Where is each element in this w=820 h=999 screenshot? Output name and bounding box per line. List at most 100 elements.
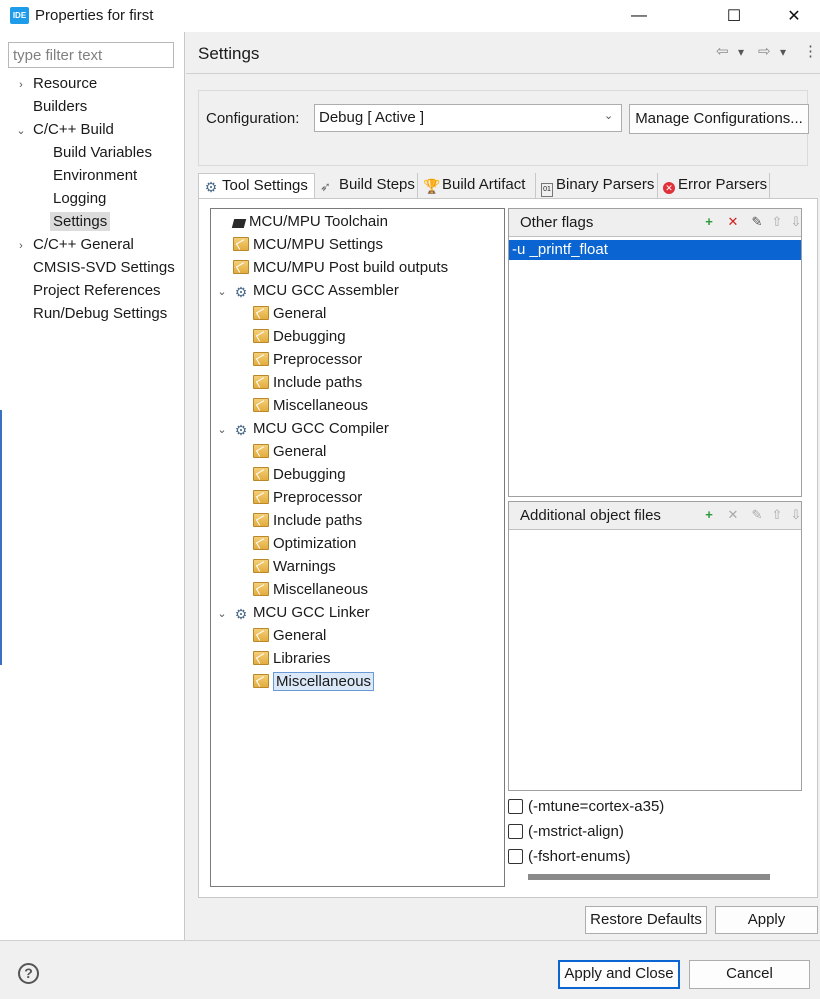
nav-item-cmsis-svd-settings[interactable]: CMSIS-SVD Settings <box>14 256 184 279</box>
back-icon[interactable]: ⇦ <box>716 42 729 60</box>
option-category-icon <box>253 375 269 389</box>
tree-item-assembler-miscellaneous[interactable]: Miscellaneous <box>215 394 503 417</box>
nav-item-run-debug-settings[interactable]: Run/Debug Settings <box>14 302 184 325</box>
collapse-icon[interactable]: ⌄ <box>215 281 229 304</box>
nav-item-label: Environment <box>53 167 138 184</box>
tree-item-linker-libraries[interactable]: Libraries <box>215 647 503 670</box>
collapse-icon[interactable]: ⌄ <box>215 419 229 442</box>
tab-tool-settings[interactable]: ⚙ Tool Settings <box>198 173 315 199</box>
tab-build-artifact[interactable]: 🏆 Build Artifact <box>419 173 536 199</box>
tree-item-linker-general[interactable]: General <box>215 624 503 647</box>
nav-item-logging[interactable]: Logging <box>14 187 184 210</box>
tree-item-assembler-general[interactable]: General <box>215 302 503 325</box>
tree-item-compiler-warnings[interactable]: Warnings <box>215 555 503 578</box>
option-category-icon <box>253 398 269 412</box>
manage-configurations-button[interactable]: Manage Configurations... <box>629 104 809 134</box>
tree-item-compiler-include-paths[interactable]: Include paths <box>215 509 503 532</box>
nav-item-environment[interactable]: Environment <box>14 164 184 187</box>
add-icon[interactable]: + <box>700 506 718 524</box>
tree-item-mcu-mpu-settings[interactable]: MCU/MPU Settings <box>215 233 503 256</box>
close-button[interactable]: ✕ <box>770 0 818 32</box>
additional-object-files-title: Additional object files <box>520 507 661 524</box>
nav-item-settings[interactable]: Settings <box>14 210 184 233</box>
chip-icon <box>231 219 247 228</box>
tree-item-mcu-gcc-compiler[interactable]: ⌄ ⚙ MCU GCC Compiler <box>215 417 503 440</box>
tab-error-parsers[interactable]: ✕ Error Parsers <box>659 173 770 199</box>
tab-label: Binary Parsers <box>556 176 655 193</box>
apply-button[interactable]: Apply <box>715 906 818 934</box>
checkbox[interactable] <box>508 848 523 864</box>
tree-item-compiler-general[interactable]: General <box>215 440 503 463</box>
tree-item-mcu-gcc-linker[interactable]: ⌄ ⚙ MCU GCC Linker <box>215 601 503 624</box>
additional-object-files-list[interactable] <box>508 501 802 791</box>
tree-item-label: Include paths <box>273 512 363 529</box>
build-steps-icon: ➶ <box>320 179 331 194</box>
back-dropdown-icon[interactable]: ▾ <box>738 45 744 59</box>
tree-item-assembler-preprocessor[interactable]: Preprocessor <box>215 348 503 371</box>
list-item[interactable]: -u _printf_float <box>509 240 801 260</box>
help-icon[interactable]: ? <box>18 963 39 984</box>
move-down-icon[interactable]: ⇩ <box>790 506 802 524</box>
title-bar: IDE Properties for first — ☐ ✕ <box>0 0 820 32</box>
option-category-icon <box>253 513 269 527</box>
option-category-icon <box>253 628 269 642</box>
collapse-icon[interactable]: ⌄ <box>215 603 229 626</box>
tree-item-compiler-miscellaneous[interactable]: Miscellaneous <box>215 578 503 601</box>
delete-icon[interactable]: ✕ <box>724 213 742 231</box>
tree-item-compiler-preprocessor[interactable]: Preprocessor <box>215 486 503 509</box>
cancel-button[interactable]: Cancel <box>689 960 810 989</box>
move-up-icon[interactable]: ⇧ <box>768 213 786 231</box>
checkbox[interactable] <box>508 823 523 839</box>
expand-icon[interactable]: › <box>14 74 28 97</box>
horizontal-scrollbar[interactable] <box>528 874 770 880</box>
option-fshort-enums[interactable]: (-fshort-enums) <box>508 845 631 867</box>
nav-item-project-references[interactable]: Project References <box>14 279 184 302</box>
chevron-down-icon[interactable]: ⌄ <box>604 109 613 122</box>
tree-item-mcu-mpu-toolchain[interactable]: MCU/MPU Toolchain <box>215 210 503 233</box>
forward-dropdown-icon[interactable]: ▾ <box>780 45 786 59</box>
filter-input[interactable] <box>8 42 174 68</box>
restore-defaults-button[interactable]: Restore Defaults <box>585 906 707 934</box>
nav-item-cpp-general[interactable]: › C/C++ General <box>14 233 184 256</box>
add-icon[interactable]: + <box>700 213 718 231</box>
tab-binary-parsers[interactable]: 01 Binary Parsers <box>537 173 658 199</box>
expand-icon[interactable]: › <box>14 235 28 258</box>
option-category-icon <box>253 352 269 366</box>
minimize-button[interactable]: — <box>615 0 663 32</box>
window-title: Properties for first <box>35 7 154 24</box>
checkbox[interactable] <box>508 798 523 814</box>
nav-item-build-variables[interactable]: Build Variables <box>14 141 184 164</box>
tree-item-label: Debugging <box>273 466 346 483</box>
nav-item-cpp-build[interactable]: ⌄ C/C++ Build <box>14 118 184 141</box>
configuration-select[interactable]: Debug [ Active ] <box>314 104 622 132</box>
apply-and-close-button[interactable]: Apply and Close <box>558 960 680 989</box>
delete-icon[interactable]: ✕ <box>724 506 742 524</box>
nav-item-label: C/C++ Build <box>33 121 114 138</box>
collapse-icon[interactable]: ⌄ <box>14 120 28 143</box>
tree-item-linker-miscellaneous[interactable]: Miscellaneous <box>215 670 503 693</box>
tree-item-label: MCU/MPU Post build outputs <box>253 259 449 276</box>
tree-item-compiler-optimization[interactable]: Optimization <box>215 532 503 555</box>
nav-item-resource[interactable]: › Resource <box>14 72 184 95</box>
page-title: Settings <box>198 44 260 63</box>
tree-item-assembler-include-paths[interactable]: Include paths <box>215 371 503 394</box>
option-mstrict-align[interactable]: (-mstrict-align) <box>508 820 624 842</box>
option-mtune[interactable]: (-mtune=cortex-a35) <box>508 795 664 817</box>
tree-item-compiler-debugging[interactable]: Debugging <box>215 463 503 486</box>
forward-icon[interactable]: ⇨ <box>758 42 771 60</box>
close-icon: ✕ <box>787 8 801 25</box>
tool-settings-tree: MCU/MPU Toolchain MCU/MPU Settings MCU/M… <box>210 208 505 887</box>
maximize-button[interactable]: ☐ <box>710 0 758 32</box>
move-up-icon[interactable]: ⇧ <box>768 506 786 524</box>
move-down-icon[interactable]: ⇩ <box>790 213 802 231</box>
tree-item-mcu-gcc-assembler[interactable]: ⌄ ⚙ MCU GCC Assembler <box>215 279 503 302</box>
tree-item-mcu-mpu-post-build-outputs[interactable]: MCU/MPU Post build outputs <box>215 256 503 279</box>
tab-build-steps[interactable]: ➶ Build Steps <box>316 173 418 199</box>
nav-item-label: Logging <box>53 190 107 207</box>
edit-icon[interactable]: ✎ <box>748 213 766 231</box>
tree-item-assembler-debugging[interactable]: Debugging <box>215 325 503 348</box>
tree-item-label: Miscellaneous <box>273 397 369 414</box>
nav-item-builders[interactable]: Builders <box>14 95 184 118</box>
edit-icon[interactable]: ✎ <box>748 506 766 524</box>
view-menu-icon[interactable]: ⋮ <box>803 42 818 60</box>
